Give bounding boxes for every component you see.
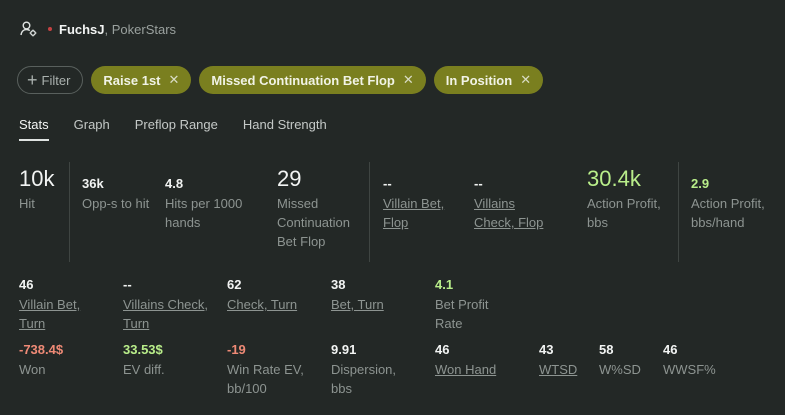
stat-bet-profit-rate: 4.1 Bet Profit Rate bbox=[435, 275, 515, 333]
stat-dispersion: 9.91 Dispersion, bbs bbox=[331, 340, 411, 398]
stat-label: W%SD bbox=[599, 362, 641, 377]
stat-label: Missed Continuation Bet Flop bbox=[277, 196, 350, 249]
stat-label-link[interactable]: Bet, Turn bbox=[331, 295, 421, 314]
close-icon[interactable]: ✕ bbox=[403, 72, 414, 88]
filter-chip-missed-cbet-flop[interactable]: Missed Continuation Bet Flop ✕ bbox=[199, 66, 426, 94]
filter-bar: + Filter Raise 1st ✕ Missed Continuation… bbox=[17, 66, 544, 94]
stat-hit: 10k Hit bbox=[19, 164, 69, 213]
stat-label: Action Profit, bbs/hand bbox=[691, 196, 765, 230]
stat-win-rate-ev: -19 Win Rate EV, bb/100 bbox=[227, 340, 323, 398]
stat-label: Dispersion, bbs bbox=[331, 362, 397, 396]
stat-label-link[interactable]: Villain Bet, Flop bbox=[383, 194, 463, 232]
tab-graph[interactable]: Graph bbox=[74, 117, 110, 141]
stat-wwsf: 46 WWSF% bbox=[663, 340, 733, 379]
stat-value: 33.53$ bbox=[123, 342, 163, 357]
stat-value: -19 bbox=[227, 342, 246, 357]
stat-label: Win Rate EV, bb/100 bbox=[227, 362, 304, 396]
user-settings-icon[interactable] bbox=[20, 20, 38, 38]
stat-value: 46 bbox=[663, 342, 678, 357]
stat-wtsd: 43 WTSD bbox=[539, 340, 594, 379]
stat-value: -- bbox=[123, 277, 132, 292]
stat-bet-turn: 38 Bet, Turn bbox=[331, 275, 421, 314]
stat-value: 29 bbox=[277, 166, 302, 191]
stat-villains-check-flop: -- Villains Check, Flop bbox=[474, 174, 554, 232]
stat-won: -738.4$ Won bbox=[19, 340, 109, 379]
stat-value: 4.8 bbox=[165, 176, 184, 191]
stat-value: 38 bbox=[331, 277, 346, 292]
filter-chip-raise-first[interactable]: Raise 1st ✕ bbox=[91, 66, 192, 94]
tab-stats[interactable]: Stats bbox=[19, 117, 49, 141]
stat-action-profit-bbs-hand: 2.9 Action Profit, bbs/hand bbox=[691, 174, 781, 232]
stat-label-link[interactable]: WTSD bbox=[539, 360, 594, 379]
stat-label: Bet Profit Rate bbox=[435, 297, 489, 331]
stat-value: 46 bbox=[435, 342, 450, 357]
stat-label: Opp-s to hit bbox=[82, 196, 150, 211]
stat-label-link[interactable]: Won Hand bbox=[435, 360, 525, 379]
stat-opps-to-hit: 36k Opp-s to hit bbox=[82, 174, 162, 213]
stat-value: 58 bbox=[599, 342, 614, 357]
stat-villains-check-turn: -- Villains Check, Turn bbox=[123, 275, 213, 333]
stat-label: Hits per 1000 hands bbox=[165, 196, 243, 230]
status-dot bbox=[48, 27, 52, 31]
stat-value: 36k bbox=[82, 176, 104, 191]
stat-label: Hit bbox=[19, 196, 35, 211]
add-filter-button[interactable]: + Filter bbox=[17, 66, 84, 94]
tab-hand-strength[interactable]: Hand Strength bbox=[243, 117, 327, 141]
stat-value: -- bbox=[383, 176, 392, 191]
stat-label: Won bbox=[19, 362, 46, 377]
stat-hits-per-1000: 4.8 Hits per 1000 hands bbox=[165, 174, 257, 232]
filter-chip-label: Missed Continuation Bet Flop bbox=[211, 72, 395, 88]
filter-chip-label: Raise 1st bbox=[103, 72, 161, 88]
stat-value: -738.4$ bbox=[19, 342, 64, 357]
divider bbox=[678, 162, 679, 262]
stat-value: 46 bbox=[19, 277, 34, 292]
stat-won-hand: 46 Won Hand bbox=[435, 340, 525, 379]
stat-value: 30.4k bbox=[587, 166, 641, 191]
stat-value: 62 bbox=[227, 277, 242, 292]
filter-chip-in-position[interactable]: In Position ✕ bbox=[433, 66, 544, 94]
stat-value: -- bbox=[474, 176, 483, 191]
stat-value: 10k bbox=[19, 166, 55, 191]
stat-label: Action Profit, bbs bbox=[587, 196, 661, 230]
stat-action-profit-bbs: 30.4k Action Profit, bbs bbox=[587, 164, 675, 232]
divider bbox=[369, 162, 370, 262]
filter-chip-label: In Position bbox=[445, 72, 513, 88]
close-icon[interactable]: ✕ bbox=[520, 72, 531, 88]
tab-bar: Stats Graph Preflop Range Hand Strength bbox=[19, 117, 352, 141]
stat-missed-cbet-flop: 29 Missed Continuation Bet Flop bbox=[277, 164, 367, 251]
plus-icon: + bbox=[27, 70, 38, 90]
tab-preflop-range[interactable]: Preflop Range bbox=[135, 117, 218, 141]
divider bbox=[69, 162, 70, 262]
stat-label: EV diff. bbox=[123, 362, 165, 377]
player-name[interactable]: FuchsJ bbox=[59, 22, 105, 37]
stat-check-turn: 62 Check, Turn bbox=[227, 275, 317, 314]
stat-value: 2.9 bbox=[691, 176, 710, 191]
stat-label: WWSF% bbox=[663, 362, 716, 377]
close-icon[interactable]: ✕ bbox=[169, 72, 180, 88]
stat-label-link[interactable]: Villains Check, Turn bbox=[123, 295, 213, 333]
stat-label-link[interactable]: Villains Check, Flop bbox=[474, 194, 554, 232]
stat-wsd: 58 W%SD bbox=[599, 340, 659, 379]
stat-value: 9.91 bbox=[331, 342, 357, 357]
poker-site: , PokerStars bbox=[104, 21, 177, 37]
add-filter-label: Filter bbox=[41, 72, 71, 88]
stat-value: 43 bbox=[539, 342, 554, 357]
stat-villain-bet-flop: -- Villain Bet, Flop bbox=[383, 174, 463, 232]
stat-villain-bet-turn: 46 Villain Bet, Turn bbox=[19, 275, 109, 333]
stat-label-link[interactable]: Villain Bet, Turn bbox=[19, 295, 109, 333]
player-header: FuchsJ , PokerStars bbox=[20, 20, 176, 38]
stat-label-link[interactable]: Check, Turn bbox=[227, 295, 317, 314]
stat-value: 4.1 bbox=[435, 277, 454, 292]
stat-ev-diff: 33.53$ EV diff. bbox=[123, 340, 213, 379]
